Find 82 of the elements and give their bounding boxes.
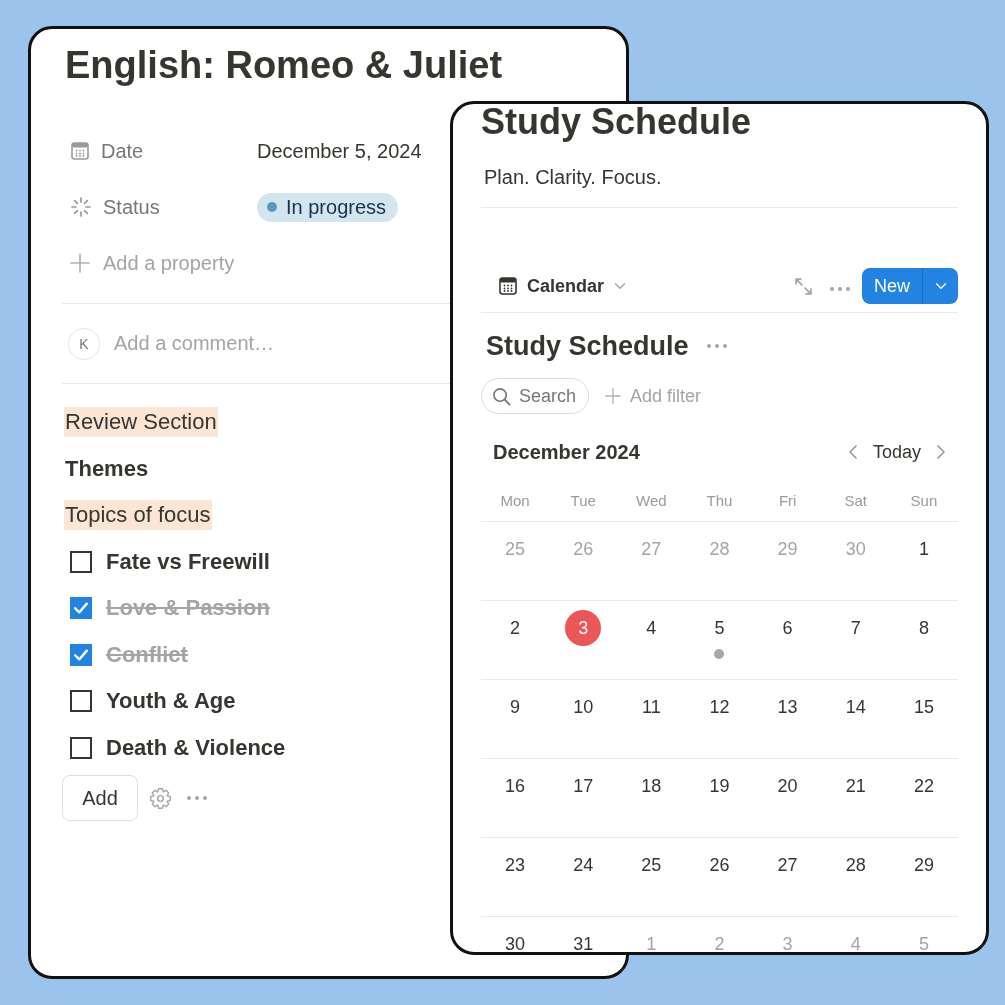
day-number[interactable]: 30 xyxy=(504,933,527,952)
checkbox[interactable] xyxy=(70,690,92,713)
checkbox[interactable] xyxy=(70,643,92,666)
todo-label: Youth & Age xyxy=(106,688,236,715)
todo-label: Death & Violence xyxy=(106,734,286,761)
add-button[interactable]: Add xyxy=(62,775,138,821)
loading-spinner-icon xyxy=(71,197,91,217)
calendar-icon xyxy=(499,277,517,295)
day-number[interactable]: 6 xyxy=(776,617,799,639)
day-number[interactable]: 17 xyxy=(572,775,595,797)
todo-label: Fate vs Freewill xyxy=(106,548,270,575)
day-number[interactable]: 23 xyxy=(504,854,527,876)
day-number[interactable]: 15 xyxy=(912,696,935,718)
checkmark-icon xyxy=(74,602,88,615)
weekday-label: Tue xyxy=(570,491,596,511)
page-title: English: Romeo & Juliet xyxy=(65,43,503,88)
highlighted-text: Review Section xyxy=(64,407,218,438)
day-number[interactable]: 7 xyxy=(844,617,867,639)
new-dropdown-button[interactable] xyxy=(922,268,958,304)
checkmark-icon xyxy=(74,648,88,661)
day-number[interactable]: 19 xyxy=(708,775,731,797)
status-dot-icon xyxy=(267,202,277,212)
day-number[interactable]: 16 xyxy=(504,775,527,797)
day-number[interactable]: 4 xyxy=(640,617,663,639)
search-icon xyxy=(492,387,511,406)
day-number[interactable]: 5 xyxy=(708,617,731,639)
checkbox[interactable] xyxy=(70,736,92,759)
todo-label: Love & Passion xyxy=(106,595,270,622)
day-number[interactable]: 28 xyxy=(844,854,867,876)
day-number[interactable]: 11 xyxy=(640,696,663,718)
calendar-icon xyxy=(71,142,89,160)
day-number[interactable]: 1 xyxy=(912,538,935,560)
day-number[interactable]: 12 xyxy=(708,696,731,718)
view-selector[interactable]: Calendar xyxy=(499,275,627,297)
day-number[interactable]: 25 xyxy=(640,854,663,876)
weekday-label: Mon xyxy=(500,491,530,511)
property-label: Date xyxy=(101,139,144,163)
expand-icon[interactable] xyxy=(795,277,812,295)
day-number[interactable]: 14 xyxy=(844,696,867,718)
new-button[interactable]: New xyxy=(862,268,922,304)
weekday-label: Sat xyxy=(844,491,868,511)
day-number[interactable]: 26 xyxy=(708,854,731,876)
day-number[interactable]: 8 xyxy=(912,617,935,639)
property-label: Status xyxy=(103,195,160,219)
page-title: Study Schedule xyxy=(481,104,752,140)
day-number[interactable]: 18 xyxy=(640,775,663,797)
day-number[interactable]: 27 xyxy=(776,854,799,876)
day-number[interactable]: 20 xyxy=(776,775,799,797)
more-options-icon[interactable] xyxy=(830,287,850,291)
day-number[interactable]: 24 xyxy=(572,854,595,876)
day-number[interactable]: 2 xyxy=(504,617,527,639)
chevron-down-icon xyxy=(934,280,947,292)
database-title: Study Schedule xyxy=(486,330,689,362)
property-value[interactable]: December 5, 2024 xyxy=(257,139,422,163)
more-options-icon[interactable] xyxy=(187,796,207,800)
more-options-icon[interactable] xyxy=(706,344,727,348)
page-subtitle: Plan. Clarity. Focus. xyxy=(484,165,662,189)
month-title: December 2024 xyxy=(493,440,640,464)
day-number[interactable]: 29 xyxy=(912,854,935,876)
weekday-label: Fri xyxy=(778,491,797,511)
day-number[interactable]: 9 xyxy=(504,696,527,718)
settings-icon[interactable] xyxy=(150,787,171,809)
day-number[interactable]: 13 xyxy=(776,696,799,718)
today-button[interactable]: Today xyxy=(860,441,933,463)
day-number[interactable]: 10 xyxy=(572,696,595,718)
weekday-label: Sun xyxy=(910,491,938,511)
chevron-down-icon xyxy=(614,280,627,292)
day-number[interactable]: 22 xyxy=(912,775,935,797)
comment-field[interactable]: Add a comment… xyxy=(114,332,414,355)
heading-text: Themes xyxy=(65,455,149,482)
day-number[interactable]: 21 xyxy=(844,775,867,797)
weekday-label: Wed xyxy=(636,491,667,511)
plus-icon xyxy=(70,253,90,273)
todo-label: Conflict xyxy=(106,641,188,668)
weekday-label: Thu xyxy=(706,491,733,511)
day-number[interactable]: 31 xyxy=(572,933,595,952)
highlighted-text: Topics of focus xyxy=(64,500,212,531)
plus-icon xyxy=(605,388,621,404)
checkbox[interactable] xyxy=(70,597,92,620)
checkbox[interactable] xyxy=(70,550,92,573)
search-field[interactable]: Search xyxy=(481,378,589,414)
status-tag[interactable]: In progress xyxy=(257,192,399,222)
